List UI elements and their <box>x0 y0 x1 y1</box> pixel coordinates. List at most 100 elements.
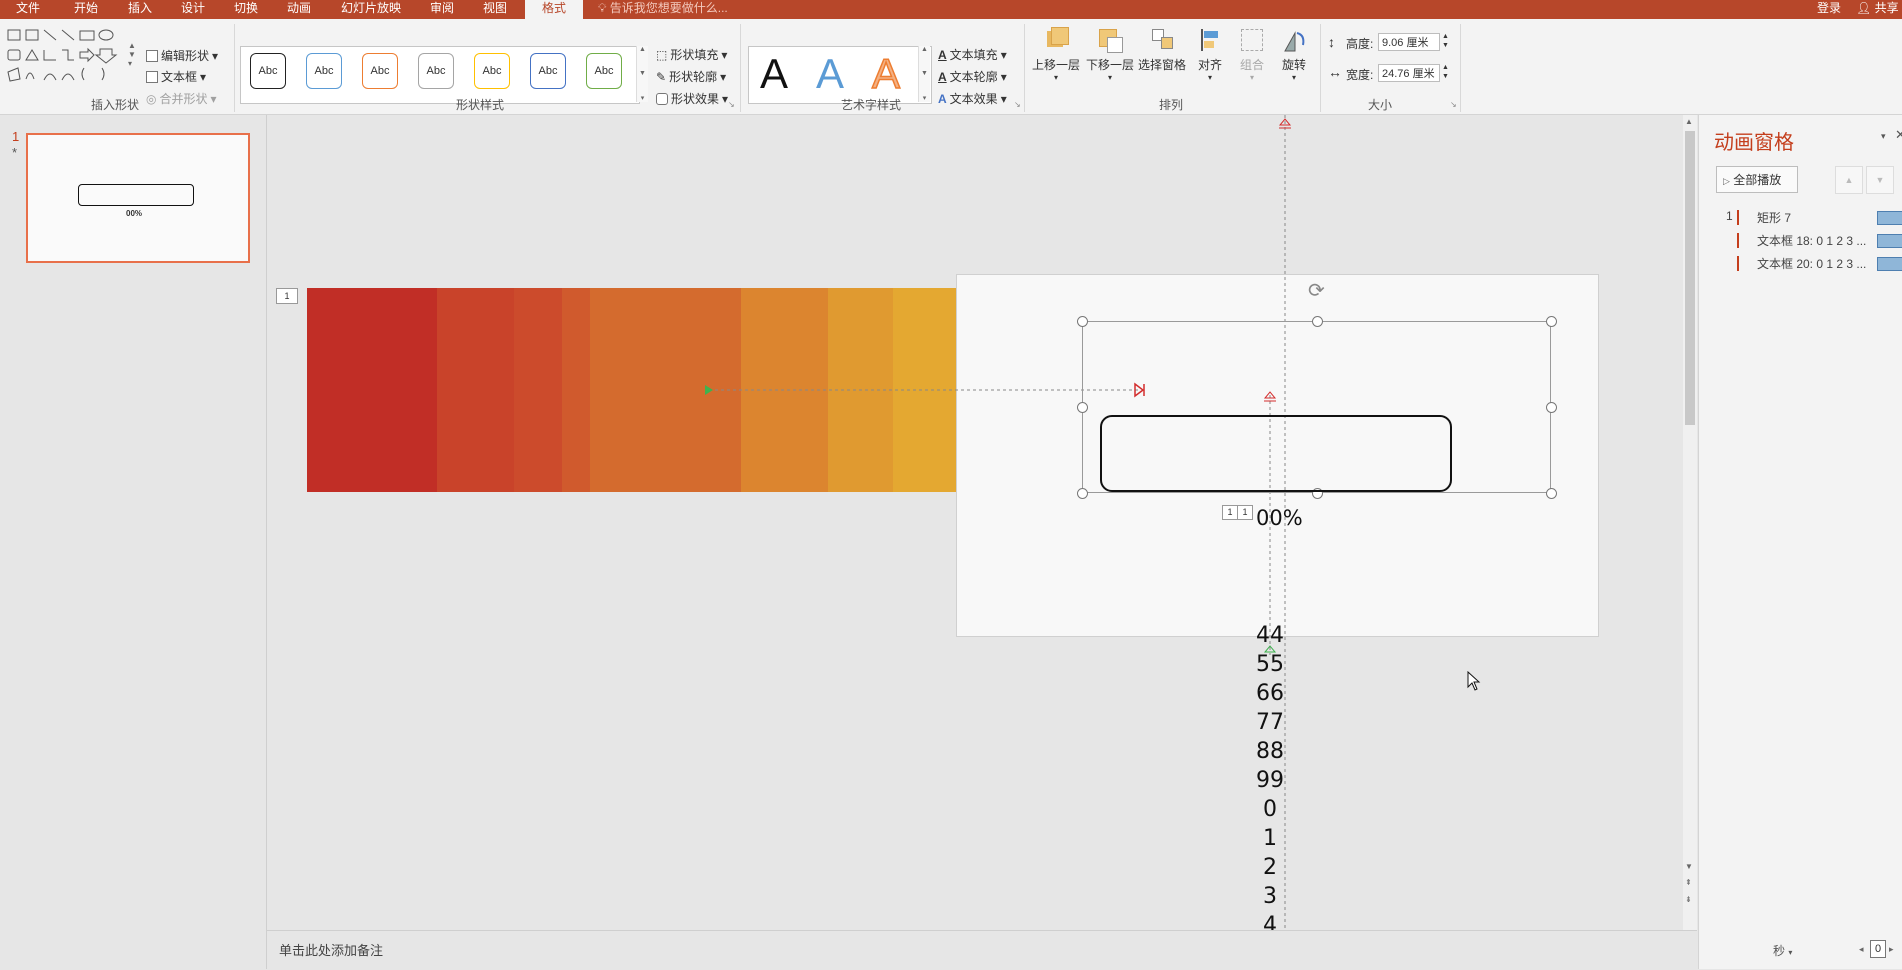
resize-handle[interactable] <box>1312 316 1323 327</box>
time-unit-dropdown[interactable]: 秒 ▾ <box>1773 942 1792 959</box>
height-label: 高度: <box>1346 37 1374 51</box>
rounded-rectangle-shape[interactable] <box>1100 415 1452 492</box>
tab-view[interactable]: 视图 <box>475 0 515 19</box>
shape-style-6[interactable]: Abc <box>530 53 566 89</box>
percent-text[interactable]: 00% <box>1256 506 1303 530</box>
animation-item[interactable]: 1 矩形 7 <box>1699 209 1902 229</box>
scroll-down-icon[interactable]: ▼ <box>1685 862 1693 871</box>
shape-style-5[interactable]: Abc <box>474 53 510 89</box>
slide-thumbnail[interactable]: 00% <box>26 133 250 263</box>
tab-file[interactable]: 文件 <box>8 0 48 19</box>
animation-order-tag[interactable]: 1 <box>1237 505 1253 520</box>
move-up-button[interactable]: ▲ <box>1835 166 1863 194</box>
next-slide-icon[interactable]: ⇟ <box>1685 895 1692 904</box>
shape-style-3[interactable]: Abc <box>362 53 398 89</box>
selection-pane-button[interactable]: 选择窗格 <box>1136 27 1188 73</box>
resize-handle[interactable] <box>1077 402 1088 413</box>
dialog-launcher-icon[interactable]: ↘ <box>1450 100 1457 109</box>
align-button[interactable]: 对齐 ▾ <box>1190 27 1230 82</box>
tab-home[interactable]: 开始 <box>66 0 106 19</box>
resize-handle[interactable] <box>1077 488 1088 499</box>
animation-item[interactable]: 文本框 18: 0 1 2 3 ... <box>1699 232 1902 252</box>
pane-options-icon[interactable]: ▾ <box>1881 131 1886 142</box>
dialog-launcher-icon[interactable]: ↘ <box>1014 100 1021 109</box>
shape-style-4[interactable]: Abc <box>418 53 454 89</box>
wordart-style-black[interactable]: A <box>760 50 788 98</box>
play-all-button[interactable]: ▷ 全部播放 <box>1716 166 1798 193</box>
height-input[interactable]: 9.06 厘米 <box>1378 33 1440 51</box>
resize-handle[interactable] <box>1546 488 1557 499</box>
group-icon <box>1239 27 1265 53</box>
width-input[interactable]: 24.76 厘米 <box>1378 64 1440 82</box>
height-spinner[interactable]: ▲ ▼ <box>1442 32 1449 50</box>
group-divider <box>1024 24 1025 112</box>
wordart-style-blue[interactable]: A <box>816 50 844 98</box>
width-spinner[interactable]: ▲ ▼ <box>1442 63 1449 81</box>
rotation-handle-icon[interactable]: ⟳ <box>1308 278 1325 303</box>
shape-outline-button[interactable]: ✎ 形状轮廓 ▾ <box>656 68 726 85</box>
canvas-scrollbar[interactable]: ▲ ▼ ⇞ ⇟ <box>1683 115 1697 930</box>
group-button[interactable]: 组合 ▾ <box>1232 27 1272 82</box>
shape-gallery[interactable] <box>6 27 136 87</box>
animation-order-tag[interactable]: 1 <box>1222 505 1238 520</box>
timeline-bar[interactable] <box>1877 211 1902 225</box>
path-start-marker-icon <box>705 385 713 395</box>
slide-thumbnail-panel: 1 * 00% <box>0 115 267 969</box>
move-down-button[interactable]: ▼ <box>1866 166 1894 194</box>
height-value: 9.06 厘米 <box>1382 37 1429 49</box>
animation-item[interactable]: 文本框 20: 0 1 2 3 ... <box>1699 255 1902 275</box>
tab-format[interactable]: 格式 <box>525 0 583 19</box>
shapes-icon-grid[interactable] <box>6 27 136 87</box>
shape-gallery-scroll[interactable]: ▲ ▼ ▾ <box>128 41 138 87</box>
share-button[interactable]: 👤︎ 共享 <box>1856 0 1902 19</box>
text-fill-button[interactable]: A 文本填充 ▾ <box>938 46 1007 63</box>
tab-slideshow[interactable]: 幻灯片放映 <box>333 0 409 19</box>
chevron-down-icon: ▾ <box>1788 948 1793 957</box>
chevron-down-icon: ▾ <box>210 91 217 106</box>
text-outline-button[interactable]: A 文本轮廓 ▾ <box>938 68 1007 85</box>
close-icon[interactable]: ✕ <box>1895 127 1902 143</box>
login-link[interactable]: 登录 <box>1812 0 1846 19</box>
zoom-out-icon[interactable]: ◂ <box>1859 944 1864 955</box>
scroll-thumb[interactable] <box>1685 131 1695 425</box>
tab-review[interactable]: 审阅 <box>422 0 462 19</box>
send-backward-button[interactable]: 下移一层 ▾ <box>1084 27 1136 82</box>
shape-style-7[interactable]: Abc <box>586 53 622 89</box>
shape-effects-button[interactable]: 形状效果 ▾ <box>656 90 728 107</box>
slide-editing-canvas[interactable]: 1 ⟳ 1 1 00% 44 55 66 77 88 99 0 1 2 3 4 <box>267 115 1683 930</box>
prev-slide-icon[interactable]: ⇞ <box>1685 878 1692 887</box>
shape-fill-button[interactable]: ⬚ 形状填充 ▾ <box>656 46 727 63</box>
shape-style-2[interactable]: Abc <box>306 53 342 89</box>
zoom-in-icon[interactable]: ▸ <box>1889 944 1894 955</box>
shape-styles-scroll[interactable]: ▲ ▼ ▾ <box>636 46 648 102</box>
tell-me-box[interactable]: 💡︎ 告诉我您想要做什么... <box>598 0 748 19</box>
notes-pane[interactable]: 单击此处添加备注 <box>267 930 1697 970</box>
resize-handle[interactable] <box>1546 316 1557 327</box>
edit-shape-icon <box>146 49 158 62</box>
chevron-down-icon: ▾ <box>1000 47 1007 62</box>
timeline-bar[interactable] <box>1877 257 1902 271</box>
rotate-button[interactable]: 旋转 ▾ <box>1274 27 1314 82</box>
scroll-digit: 0 <box>1263 797 1277 822</box>
wordart-style-orange-outline[interactable]: A <box>871 49 901 98</box>
scroll-up-icon[interactable]: ▲ <box>1685 117 1693 126</box>
dialog-launcher-icon[interactable]: ↘ <box>728 100 735 109</box>
edit-shape-button[interactable]: 编辑形状 ▾ <box>146 47 218 64</box>
timeline-zoom-value[interactable]: 0 <box>1870 940 1886 958</box>
resize-handle[interactable] <box>1546 402 1557 413</box>
text-box-button[interactable]: 文本框 ▾ <box>146 68 206 85</box>
tab-animations[interactable]: 动画 <box>279 0 319 19</box>
chevron-down-icon: ▾ <box>1000 91 1007 106</box>
wordart-scroll[interactable]: ▲ ▼ ▾ <box>918 46 930 102</box>
text-outline-icon: A <box>938 69 947 84</box>
tab-design[interactable]: 设计 <box>173 0 213 19</box>
size-group-label: 大小 <box>1367 98 1392 112</box>
timeline-bar[interactable] <box>1877 234 1902 248</box>
tab-transitions[interactable]: 切换 <box>226 0 266 19</box>
text-effects-button[interactable]: A 文本效果 ▾ <box>938 90 1007 107</box>
tab-insert[interactable]: 插入 <box>120 0 160 19</box>
notes-placeholder[interactable]: 单击此处添加备注 <box>279 940 383 959</box>
resize-handle[interactable] <box>1077 316 1088 327</box>
shape-style-1[interactable]: Abc <box>250 53 286 89</box>
bring-forward-button[interactable]: 上移一层 ▾ <box>1030 27 1082 82</box>
